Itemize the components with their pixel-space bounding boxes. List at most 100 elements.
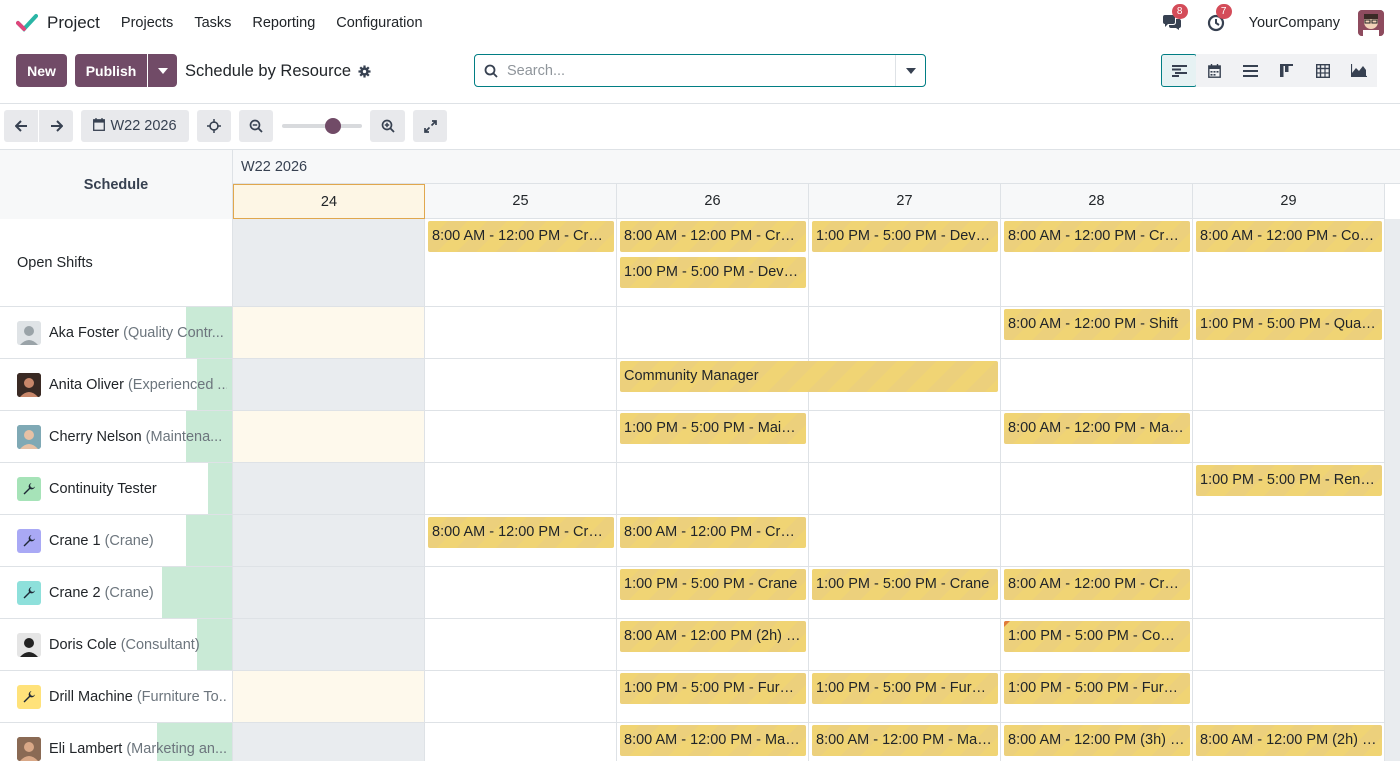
resource-row-9[interactable]: Eli Lambert (Marketing an... — [0, 723, 233, 761]
pivot-view-button[interactable] — [1304, 54, 1341, 87]
resource-row-2[interactable]: Anita Oliver (Experienced ... — [0, 359, 233, 411]
shift-pill[interactable]: 8:00 AM - 12:00 PM (2h) - Marketing — [1196, 725, 1382, 756]
shift-pill[interactable]: 8:00 AM - 12:00 PM - Crane — [620, 221, 806, 252]
list-view-button[interactable] — [1232, 54, 1269, 87]
shift-pill[interactable]: 1:00 PM - 5:00 PM - Furniture — [620, 673, 806, 704]
gantt-cell[interactable] — [233, 307, 425, 359]
gantt-cell[interactable] — [233, 723, 425, 761]
gantt-cell[interactable] — [1001, 359, 1193, 411]
menu-projects[interactable]: Projects — [121, 15, 173, 31]
zoom-in-button[interactable] — [370, 110, 405, 142]
shift-pill[interactable]: 8:00 AM - 12:00 PM - Crane — [428, 517, 614, 548]
gantt-cell[interactable] — [425, 411, 617, 463]
next-period-button[interactable] — [39, 110, 73, 142]
gantt-cell[interactable] — [233, 411, 425, 463]
kanban-view-button[interactable] — [1268, 54, 1305, 87]
gantt-cell[interactable] — [809, 411, 1001, 463]
gear-icon[interactable] — [358, 65, 371, 78]
gantt-cell[interactable] — [617, 463, 809, 515]
gantt-cell[interactable] — [425, 359, 617, 411]
shift-pill[interactable]: 8:00 AM - 12:00 PM - Crane — [620, 517, 806, 548]
shift-pill[interactable]: 8:00 AM - 12:00 PM - Marketing — [620, 725, 806, 756]
shift-pill[interactable]: 1:00 PM - 5:00 PM - Furniture — [812, 673, 998, 704]
publish-dropdown-button[interactable] — [148, 54, 177, 87]
gantt-cell[interactable] — [233, 567, 425, 619]
resource-row-0[interactable]: Open Shifts — [0, 219, 233, 307]
activities-button[interactable]: 7 — [1205, 4, 1232, 34]
zoom-slider[interactable] — [282, 124, 362, 128]
shift-pill[interactable]: 1:00 PM - 5:00 PM - Crane — [812, 569, 998, 600]
search-input[interactable] — [507, 62, 895, 79]
shift-pill[interactable]: 1:00 PM - 5:00 PM - Community — [1004, 621, 1190, 652]
shift-pill[interactable]: 8:00 AM - 12:00 PM - Crane — [1004, 221, 1190, 252]
gantt-cell[interactable] — [425, 723, 617, 761]
shift-pill[interactable]: Community Manager — [620, 361, 998, 392]
resource-row-4[interactable]: Continuity Tester — [0, 463, 233, 515]
focus-today-button[interactable] — [197, 110, 231, 142]
gantt-cell[interactable] — [233, 515, 425, 567]
shift-pill[interactable]: 8:00 AM - 12:00 PM - Consultant — [1196, 221, 1382, 252]
shift-pill[interactable]: 1:00 PM - 5:00 PM - Renovation — [1196, 465, 1382, 496]
menu-reporting[interactable]: Reporting — [252, 15, 315, 31]
gantt-scroll-strip[interactable] — [1385, 219, 1400, 761]
gantt-cell[interactable] — [425, 463, 617, 515]
gantt-cell[interactable] — [1193, 359, 1385, 411]
publish-button[interactable]: Publish — [75, 54, 147, 87]
period-picker-button[interactable]: W22 2026 — [81, 110, 189, 142]
shift-pill[interactable]: 1:00 PM - 5:00 PM - Maintenance — [620, 413, 806, 444]
shift-pill[interactable]: 8:00 AM - 12:00 PM - Maintenance — [1004, 413, 1190, 444]
gantt-cell[interactable] — [809, 463, 1001, 515]
company-switcher[interactable]: YourCompany — [1249, 15, 1340, 31]
search-options-toggle[interactable] — [895, 55, 925, 86]
shift-pill[interactable]: 1:00 PM - 5:00 PM - Developer — [620, 257, 806, 288]
graph-view-button[interactable] — [1340, 54, 1377, 87]
shift-pill[interactable]: 1:00 PM - 5:00 PM - Quality — [1196, 309, 1382, 340]
previous-period-button[interactable] — [4, 110, 38, 142]
gantt-cell[interactable] — [233, 671, 425, 723]
shift-pill[interactable]: 8:00 AM - 12:00 PM - Crane — [1004, 569, 1190, 600]
resource-row-7[interactable]: Doris Cole (Consultant) — [0, 619, 233, 671]
gantt-cell[interactable] — [425, 671, 617, 723]
menu-configuration[interactable]: Configuration — [336, 15, 422, 31]
messages-button[interactable]: 8 — [1161, 4, 1188, 34]
shift-pill[interactable]: 8:00 AM - 12:00 PM - Marketing — [812, 725, 998, 756]
gantt-cell[interactable] — [809, 307, 1001, 359]
gantt-cell[interactable] — [1193, 567, 1385, 619]
shift-pill[interactable]: 8:00 AM - 12:00 PM - Shift — [1004, 309, 1190, 340]
gantt-cell[interactable] — [809, 619, 1001, 671]
resource-row-6[interactable]: Crane 2 (Crane) — [0, 567, 233, 619]
expand-button[interactable] — [413, 110, 447, 142]
resource-row-1[interactable]: Aka Foster (Quality Contr... — [0, 307, 233, 359]
gantt-cell[interactable] — [233, 219, 425, 307]
user-avatar[interactable] — [1358, 10, 1384, 36]
shift-pill[interactable]: 8:00 AM - 12:00 PM (3h) - Marketing — [1004, 725, 1190, 756]
gantt-cell[interactable] — [1193, 619, 1385, 671]
shift-pill[interactable]: 8:00 AM - 12:00 PM (2h) - Consultant — [620, 621, 806, 652]
new-button[interactable]: New — [16, 54, 67, 87]
shift-pill[interactable]: 1:00 PM - 5:00 PM - Crane — [620, 569, 806, 600]
zoom-slider-handle[interactable] — [325, 118, 341, 134]
resource-row-3[interactable]: Cherry Nelson (Maintena... — [0, 411, 233, 463]
gantt-cell[interactable] — [233, 359, 425, 411]
shift-pill[interactable]: 1:00 PM - 5:00 PM - Furniture — [1004, 673, 1190, 704]
resource-row-5[interactable]: Crane 1 (Crane) — [0, 515, 233, 567]
gantt-cell[interactable] — [809, 515, 1001, 567]
gantt-cell[interactable] — [1193, 411, 1385, 463]
resource-row-8[interactable]: Drill Machine (Furniture To... — [0, 671, 233, 723]
gantt-cell[interactable] — [617, 307, 809, 359]
app-brand[interactable]: Project — [16, 12, 100, 34]
gantt-cell[interactable] — [1193, 671, 1385, 723]
calendar-view-button[interactable] — [1196, 54, 1233, 87]
gantt-cell[interactable] — [425, 619, 617, 671]
gantt-cell[interactable] — [1001, 463, 1193, 515]
gantt-cell[interactable] — [233, 463, 425, 515]
zoom-out-button[interactable] — [239, 110, 273, 142]
gantt-cell[interactable] — [1193, 515, 1385, 567]
gantt-cell[interactable] — [1001, 515, 1193, 567]
gantt-cell[interactable] — [425, 567, 617, 619]
gantt-view-button[interactable] — [1161, 54, 1197, 87]
shift-pill[interactable]: 1:00 PM - 5:00 PM - Developer — [812, 221, 998, 252]
shift-pill[interactable]: 8:00 AM - 12:00 PM - Crane — [428, 221, 614, 252]
gantt-cell[interactable] — [233, 619, 425, 671]
menu-tasks[interactable]: Tasks — [194, 15, 231, 31]
